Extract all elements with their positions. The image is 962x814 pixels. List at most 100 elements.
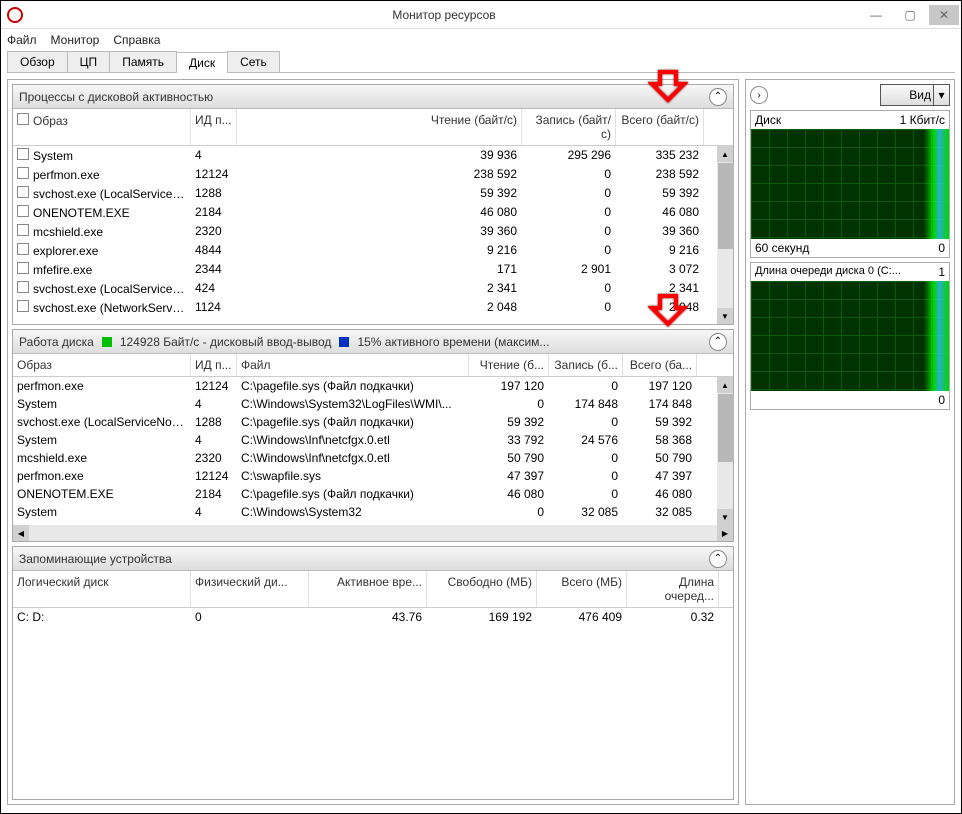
column-header[interactable]: Запись (байт/с) <box>522 109 616 145</box>
column-header[interactable]: Логический диск <box>13 571 191 607</box>
column-header[interactable]: Чтение (б... <box>469 354 549 376</box>
table-row[interactable]: ONENOTEM.EXE218446 080046 080 <box>13 203 733 222</box>
scrollbar-vertical[interactable]: ▲ ▼ <box>717 377 733 525</box>
column-header[interactable]: Запись (б... <box>549 354 623 376</box>
checkbox[interactable] <box>17 224 29 236</box>
table-row[interactable]: perfmon.exe12124C:\pagefile.sys (Файл по… <box>13 377 733 395</box>
checkbox[interactable] <box>17 148 29 160</box>
scrollbar-thumb[interactable] <box>718 163 734 249</box>
table-row[interactable]: C: D:043.76169 192476 4090.32 <box>13 608 733 626</box>
table-cell: 2184 <box>191 203 237 222</box>
column-header[interactable]: Образ <box>13 109 191 145</box>
legend-active-color <box>339 337 349 347</box>
table-cell: 46 080 <box>616 203 704 222</box>
table-row[interactable]: mcshield.exe2320C:\Windows\Inf\netcfgx.0… <box>13 449 733 467</box>
panel-disk-title: Работа диска <box>19 335 94 349</box>
table-row[interactable]: perfmon.exe12124238 5920238 592 <box>13 165 733 184</box>
menu-help[interactable]: Справка <box>113 33 160 47</box>
graph-disk-canvas <box>751 129 949 239</box>
column-header[interactable]: ИД п... <box>191 109 237 145</box>
scrollbar-thumb[interactable] <box>718 394 734 462</box>
scrollbar-vertical[interactable]: ▲ ▼ <box>717 146 733 324</box>
scroll-left-icon[interactable]: ◀ <box>13 525 29 541</box>
table-row[interactable]: mfefire.exe23441712 9013 072 <box>13 260 733 279</box>
column-header[interactable]: ИД п... <box>191 354 237 376</box>
table-row[interactable]: System439 936295 296335 232 <box>13 146 733 165</box>
column-header[interactable]: Всего (байт/с) <box>616 109 704 145</box>
menu-file[interactable]: Файл <box>7 33 37 47</box>
panel-disk-header[interactable]: Работа диска 124928 Байт/с - дисковый вв… <box>13 330 733 354</box>
table-row[interactable]: System4C:\Windows\System32\LogFiles\WMI\… <box>13 395 733 413</box>
minimize-button[interactable]: — <box>861 5 891 25</box>
table-cell: 24 576 <box>549 431 623 449</box>
checkbox[interactable] <box>17 167 29 179</box>
checkbox[interactable] <box>17 243 29 255</box>
scroll-down-icon[interactable]: ▼ <box>717 308 733 324</box>
collapse-icon[interactable]: ⌃ <box>709 88 727 106</box>
table-row[interactable]: perfmon.exe12124C:\swapfile.sys47 397047… <box>13 467 733 485</box>
table-cell: C:\Windows\System32 <box>237 503 469 521</box>
expand-icon[interactable]: › <box>750 86 768 104</box>
menubar: Файл Монитор Справка <box>1 29 961 51</box>
checkbox[interactable] <box>17 205 29 217</box>
maximize-button[interactable]: ▢ <box>895 5 925 25</box>
panel-storage-header[interactable]: Запоминающие устройства ⌃ <box>13 547 733 571</box>
panel-processes-header[interactable]: Процессы с дисковой активностью ⌃ <box>13 85 733 109</box>
view-button[interactable]: Вид ▾ <box>880 84 950 106</box>
column-header[interactable]: Активное вре... <box>309 571 427 607</box>
table-cell: 0 <box>549 413 623 431</box>
table-cell: 4 <box>191 503 237 521</box>
tab-disk[interactable]: Диск <box>176 52 228 73</box>
table-row[interactable]: svchost.exe (LocalServiceNo...128859 392… <box>13 184 733 203</box>
collapse-icon[interactable]: ⌃ <box>709 550 727 568</box>
table-row[interactable]: ONENOTEM.EXE2184C:\pagefile.sys (Файл по… <box>13 485 733 503</box>
table-cell: System <box>13 395 191 413</box>
scrollbar-horizontal[interactable]: ◀ ▶ <box>13 525 733 541</box>
panel-storage: Запоминающие устройства ⌃ Логический дис… <box>12 546 734 800</box>
scroll-right-icon[interactable]: ▶ <box>717 525 733 541</box>
menu-monitor[interactable]: Монитор <box>51 33 100 47</box>
column-header[interactable]: Чтение (байт/с) <box>237 109 522 145</box>
tab-overview[interactable]: Обзор <box>7 51 68 72</box>
column-header[interactable]: Свободно (МБ) <box>427 571 537 607</box>
column-header[interactable]: Длина очеред... <box>627 571 719 607</box>
tab-network[interactable]: Сеть <box>227 51 280 72</box>
table-cell: 47 397 <box>469 467 549 485</box>
table-row[interactable]: svchost.exe (LocalServiceNet...4242 3410… <box>13 279 733 298</box>
table-cell: 39 360 <box>616 222 704 241</box>
column-header[interactable]: Всего (МБ) <box>537 571 627 607</box>
checkbox[interactable] <box>17 300 29 312</box>
table-row[interactable]: svchost.exe (NetworkService)11242 04802 … <box>13 298 733 317</box>
table-cell: System <box>13 146 191 165</box>
chevron-down-icon[interactable]: ▾ <box>933 85 949 105</box>
close-button[interactable]: ✕ <box>929 5 959 25</box>
scroll-up-icon[interactable]: ▲ <box>717 377 733 393</box>
table-cell: 12124 <box>191 165 237 184</box>
column-header[interactable]: Всего (ба... <box>623 354 697 376</box>
tab-cpu[interactable]: ЦП <box>67 51 111 72</box>
tab-memory[interactable]: Память <box>109 51 177 72</box>
table-cell: mfefire.exe <box>13 260 191 279</box>
checkbox[interactable] <box>17 186 29 198</box>
column-header[interactable]: Образ <box>13 354 191 376</box>
table-row[interactable]: System4C:\Windows\Inf\netcfgx.0.etl33 79… <box>13 431 733 449</box>
table-cell: 46 080 <box>237 203 522 222</box>
scroll-down-icon[interactable]: ▼ <box>717 509 733 525</box>
checkbox[interactable] <box>17 262 29 274</box>
column-header[interactable]: Файл <box>237 354 469 376</box>
column-header[interactable]: Физический ди... <box>191 571 309 607</box>
table-cell: 4844 <box>191 241 237 260</box>
checkbox[interactable] <box>17 281 29 293</box>
table-row[interactable]: mcshield.exe232039 360039 360 <box>13 222 733 241</box>
graph-disk-title: Диск <box>755 113 781 127</box>
table-row[interactable]: explorer.exe48449 21609 216 <box>13 241 733 260</box>
table-cell: 0 <box>522 184 616 203</box>
table-cell: 0 <box>522 241 616 260</box>
checkbox[interactable] <box>17 113 29 125</box>
table-cell: 59 392 <box>237 184 522 203</box>
collapse-icon[interactable]: ⌃ <box>709 333 727 351</box>
table-cell: 0 <box>549 449 623 467</box>
table-row[interactable]: svchost.exe (LocalServiceNoNet...1288C:\… <box>13 413 733 431</box>
table-row[interactable]: System4C:\Windows\System32032 08532 085 <box>13 503 733 521</box>
scroll-up-icon[interactable]: ▲ <box>717 146 733 162</box>
